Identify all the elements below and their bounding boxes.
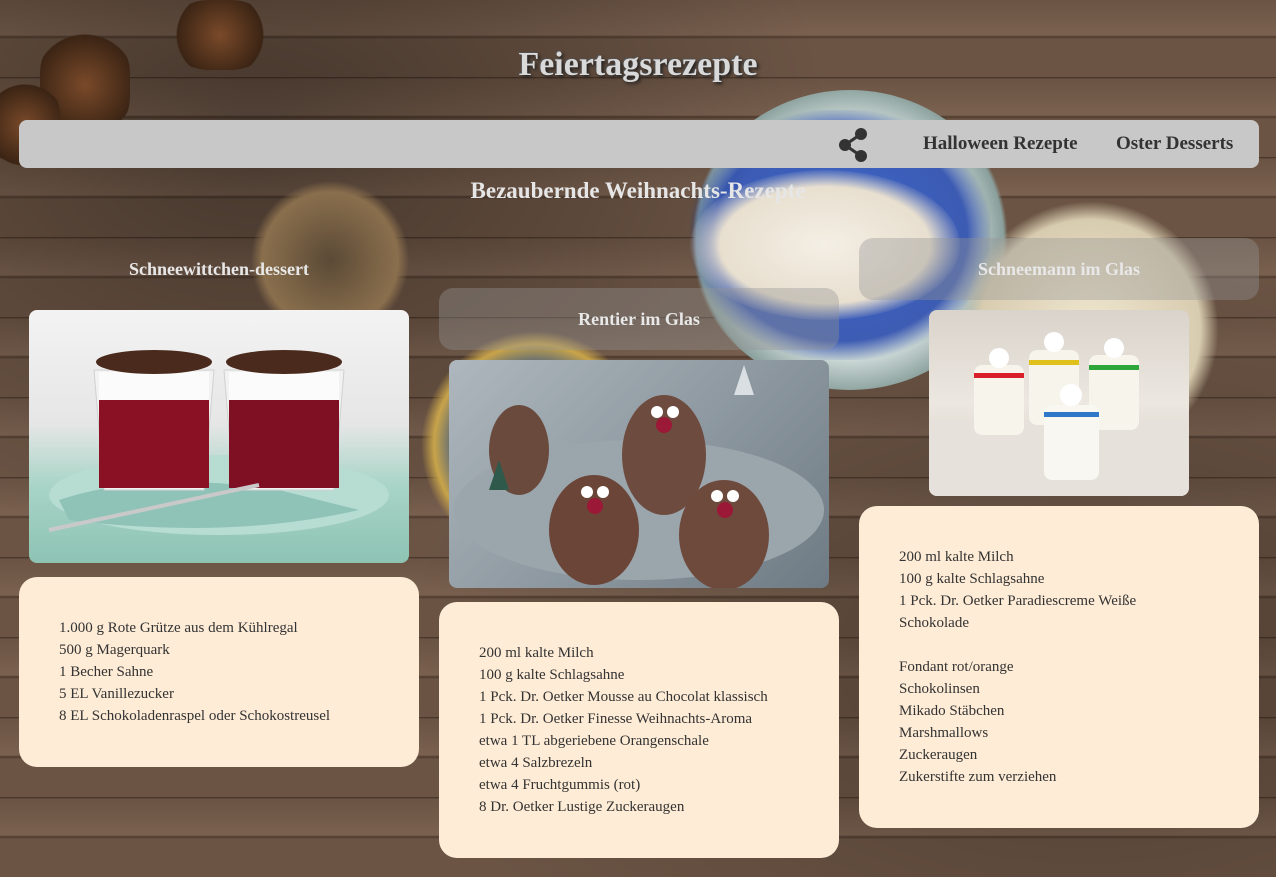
nav-link-halloween[interactable]: Halloween Rezepte xyxy=(923,133,1078,155)
share-icon[interactable] xyxy=(836,127,870,163)
ingredient-item: 8 Dr. Oetker Lustige Zuckeraugen xyxy=(479,799,685,815)
ingredient-item: 200 ml kalte Milch xyxy=(479,645,594,661)
ingredient-item: Zuckeraugen xyxy=(899,747,978,763)
recipe-title: Rentier im Glas xyxy=(439,288,839,350)
recipe-image xyxy=(29,310,409,563)
ingredient-item: etwa 1 TL abgeriebene Orangenschale xyxy=(479,733,709,749)
ingredient-item: etwa 4 Fruchtgummis (rot) xyxy=(479,777,641,793)
ingredient-item: Fondant rot/orange xyxy=(899,659,1014,675)
ingredient-item: Marshmallows xyxy=(899,725,989,741)
ingredient-item: 200 ml kalte Milch xyxy=(899,549,1014,565)
ingredient-item: 5 EL Vanillezucker xyxy=(59,686,174,702)
site-title: Feiertagsrezepte xyxy=(518,46,758,83)
recipe-image xyxy=(449,360,829,588)
recipe-image xyxy=(929,310,1189,496)
ingredient-item: Mikado Stäbchen xyxy=(899,703,1005,719)
ingredients-card: 1.000 g Rote Grütze aus dem Kühlregal 50… xyxy=(19,577,419,767)
ingredient-item: 1 Becher Sahne xyxy=(59,664,154,680)
ingredient-item: etwa 4 Salzbrezeln xyxy=(479,755,593,771)
ingredients-card: 200 ml kalte Milch 100 g kalte Schlagsah… xyxy=(439,602,839,858)
nav-link-oster-desserts[interactable]: Oster Desserts xyxy=(1116,133,1233,155)
ingredient-item: 500 g Magerquark xyxy=(59,642,170,658)
recipe-title: Schneemann im Glas xyxy=(859,238,1259,300)
ingredient-item: 100 g kalte Schlagsahne xyxy=(899,571,1045,587)
ingredient-item xyxy=(899,634,1219,656)
ingredients-card: 200 ml kalte Milch 100 g kalte Schlagsah… xyxy=(859,506,1259,828)
ingredient-item: 8 EL Schokoladenraspel oder Schokostreus… xyxy=(59,708,331,724)
ingredient-item: Zukerstifte zum verziehen xyxy=(899,769,1057,785)
ingredient-item: Schokolade xyxy=(899,615,969,631)
recipe-title: Schneewittchen-dessert xyxy=(129,258,309,279)
ingredient-item: 1 Pck. Dr. Oetker Mousse au Chocolat kla… xyxy=(479,689,768,705)
ingredient-item: 1 Pck. Dr. Oetker Finesse Weihnachts-Aro… xyxy=(479,711,753,727)
ingredient-item: 1 Pck. Dr. Oetker Paradiescreme Weiße xyxy=(899,593,1137,609)
section-heading: Bezaubernde Weihnachts-Rezepte xyxy=(470,178,806,203)
ingredient-item: 100 g kalte Schlagsahne xyxy=(479,667,625,683)
ingredient-item: 1.000 g Rote Grütze aus dem Kühlregal xyxy=(59,620,298,636)
ingredient-item: Schokolinsen xyxy=(899,681,980,697)
